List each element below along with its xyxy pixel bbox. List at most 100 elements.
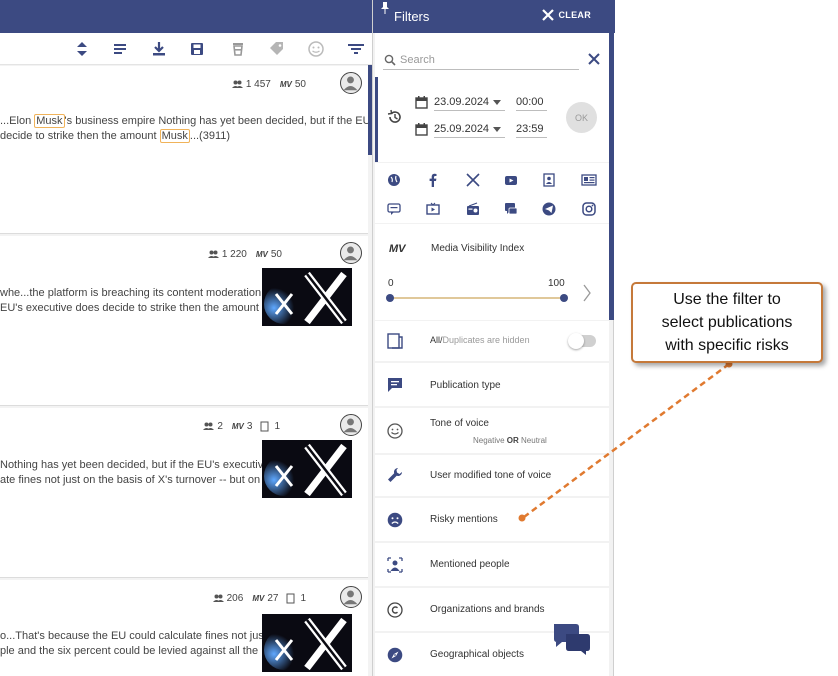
- download-icon[interactable]: [150, 40, 168, 58]
- filter-row-mentioned-people[interactable]: Mentioned people: [375, 543, 609, 586]
- filter-label: Tone of voice: [430, 418, 489, 429]
- mv-value: 50: [294, 79, 306, 90]
- search-section: [375, 33, 609, 77]
- x-logo-thumbnail[interactable]: [262, 440, 352, 498]
- snippet-line-1: o...That's because the EU could calculat…: [0, 630, 262, 642]
- mv-value: 50: [270, 249, 282, 260]
- keyword-highlight: Musk: [159, 129, 190, 143]
- mv-slider-min-handle[interactable]: [386, 294, 394, 302]
- radio-icon[interactable]: [466, 202, 480, 216]
- chevron-down-icon[interactable]: [493, 100, 501, 105]
- date-accent-bar: [375, 77, 378, 162]
- calendar-icon[interactable]: [415, 123, 428, 136]
- reach-count: 2: [217, 421, 223, 432]
- x-logo-thumbnail[interactable]: [262, 268, 352, 326]
- filters-scrollbar[interactable]: [609, 33, 614, 320]
- audience-icon: [231, 80, 243, 88]
- mv-max-label: 100: [548, 278, 565, 289]
- person-icon: [387, 557, 403, 573]
- delete-icon[interactable]: [229, 40, 247, 58]
- chevron-right-icon[interactable]: [582, 284, 592, 302]
- tone-selection: Negative OR Neutral: [473, 436, 547, 445]
- sort-icon[interactable]: [73, 40, 91, 58]
- pin-icon[interactable]: [380, 2, 390, 14]
- filter-icon[interactable]: [347, 40, 365, 58]
- support-chat-icon[interactable]: [552, 622, 592, 656]
- audience-icon: [203, 422, 215, 430]
- snippet-line-1: Nothing has yet been decided, but if the…: [0, 459, 262, 471]
- publication-card[interactable]: 1 220 MV 50 whe...the platform is breach…: [0, 236, 368, 406]
- duplicates-row: All/Duplicates are hidden: [375, 321, 609, 361]
- feed-top-bar: [0, 0, 372, 33]
- close-icon: [541, 9, 554, 21]
- duplicates-toggle[interactable]: [568, 333, 596, 349]
- chat-icon[interactable]: [504, 202, 518, 216]
- calendar-icon[interactable]: [415, 96, 428, 109]
- chevron-down-icon[interactable]: [493, 127, 501, 132]
- mv-slider-track[interactable]: [390, 297, 564, 299]
- clear-search-icon[interactable]: [587, 52, 601, 66]
- filter-row-user-modified-tone[interactable]: User modified tone of voice: [375, 455, 609, 496]
- tag-icon[interactable]: [268, 40, 286, 58]
- filter-row-risky-mentions[interactable]: Risky mentions: [375, 498, 609, 541]
- filter-row-tone-of-voice[interactable]: Tone of voice Negative OR Neutral: [375, 408, 609, 453]
- publication-feed: 1 457 MV 50 ...Elon Musk's business empi…: [0, 0, 372, 676]
- audience-icon: [207, 250, 219, 258]
- mv-title: Media Visibility Index: [431, 243, 525, 254]
- sad-face-icon: [387, 512, 403, 528]
- summary-icon[interactable]: [111, 40, 129, 58]
- copyright-icon: [387, 602, 403, 618]
- toggle-knob: [568, 333, 584, 349]
- duplicates-count: 1: [300, 593, 306, 604]
- search-input[interactable]: [383, 50, 579, 70]
- mv-badge: MV: [255, 250, 268, 259]
- youtube-icon[interactable]: [504, 173, 518, 187]
- snippet-line-1: whe...the platform is breaching its cont…: [0, 287, 262, 299]
- blog-icon[interactable]: [542, 173, 556, 187]
- tv-icon[interactable]: [426, 202, 440, 216]
- message-icon: [387, 377, 403, 393]
- mv-badge: MV: [231, 422, 244, 431]
- mv-value: 27: [267, 593, 279, 604]
- publication-card[interactable]: 206 MV 27 1 o...That's because the EU co…: [0, 580, 368, 676]
- publication-card[interactable]: 1 457 MV 50 ...Elon Musk's business empi…: [0, 66, 368, 234]
- time-to-field[interactable]: 23:59: [516, 120, 547, 138]
- duplicates-icon: [387, 333, 403, 349]
- author-avatar[interactable]: [340, 72, 362, 94]
- filters-title: Filters: [394, 9, 430, 24]
- history-icon[interactable]: [387, 109, 403, 125]
- keyword-highlight: Musk: [34, 114, 65, 128]
- filters-header: Filters CLEAR: [373, 0, 615, 33]
- source-types: [375, 163, 609, 223]
- news-icon[interactable]: [581, 173, 597, 187]
- filter-label: Organizations and brands: [430, 604, 545, 615]
- instagram-icon[interactable]: [582, 202, 596, 216]
- mv-slider-max-handle[interactable]: [560, 294, 568, 302]
- tone-icon[interactable]: [307, 40, 325, 58]
- snippet-line-2: decide to strike then the amount Musk...…: [0, 129, 231, 143]
- filter-label: Publication type: [430, 380, 501, 391]
- save-icon[interactable]: [188, 40, 206, 58]
- x-icon[interactable]: [466, 173, 480, 187]
- x-logo-thumbnail[interactable]: [262, 614, 352, 672]
- mv-index-section: MV Media Visibility Index 0 100: [375, 224, 609, 320]
- time-from-field[interactable]: 00:00: [516, 93, 547, 111]
- publication-card[interactable]: 2 MV 3 1 Nothing has yet been decided, b…: [0, 408, 368, 578]
- filter-label: Geographical objects: [430, 649, 524, 660]
- author-avatar[interactable]: [340, 242, 362, 264]
- duplicates-icon: [286, 593, 295, 604]
- author-avatar[interactable]: [340, 586, 362, 608]
- facebook-icon[interactable]: [426, 173, 440, 187]
- ok-button[interactable]: OK: [566, 102, 597, 133]
- globe-icon[interactable]: [387, 173, 401, 187]
- forum-icon[interactable]: [387, 202, 401, 216]
- filter-label: User modified tone of voice: [430, 470, 552, 481]
- clear-button[interactable]: CLEAR: [541, 8, 592, 22]
- filter-row-publication-type[interactable]: Publication type: [375, 363, 609, 406]
- duplicates-count: 1: [274, 421, 280, 432]
- telegram-icon[interactable]: [542, 202, 556, 216]
- snippet-line-2: EU's executive does decide to strike the…: [0, 302, 259, 314]
- author-avatar[interactable]: [340, 414, 362, 436]
- clear-label: CLEAR: [558, 10, 591, 20]
- card-metrics: 2 MV 3 1: [203, 421, 280, 432]
